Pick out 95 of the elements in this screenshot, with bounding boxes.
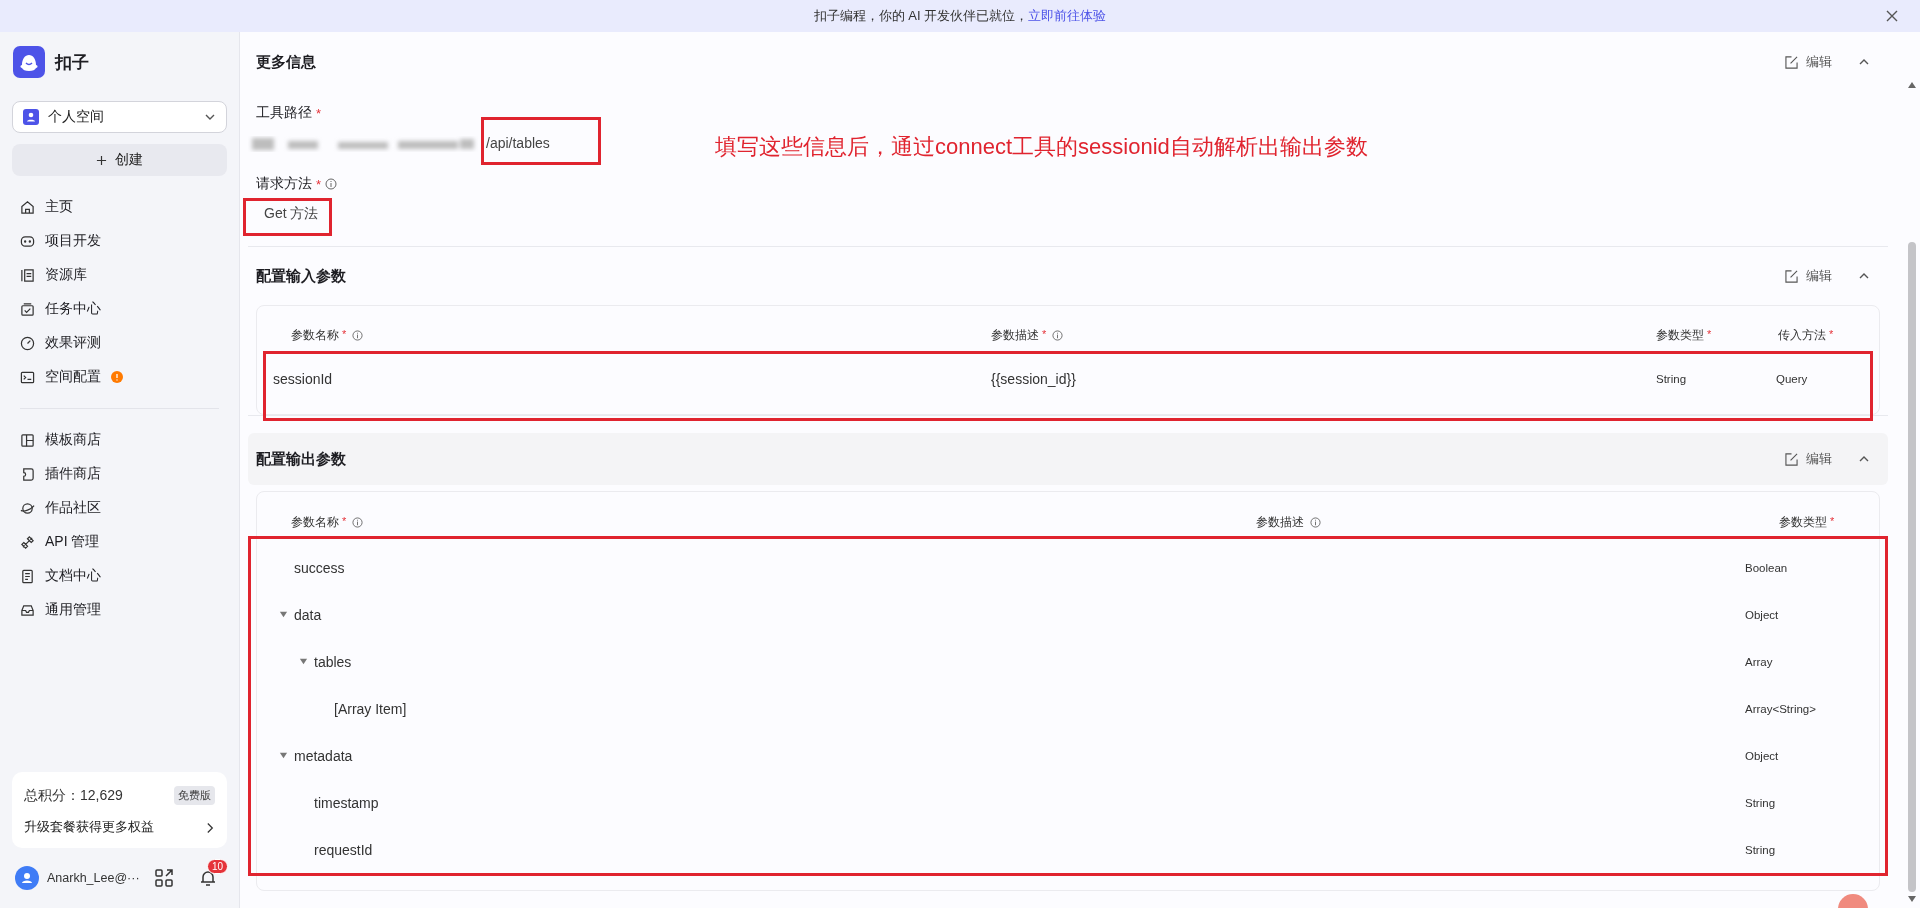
section-title: 配置输入参数 — [256, 266, 347, 286]
table-cell: timestamp — [314, 794, 379, 811]
terminal-icon — [20, 369, 35, 385]
table-cell-text: Array — [1745, 655, 1774, 668]
expand-toggle-icon[interactable] — [279, 610, 288, 619]
apps-icon[interactable] — [155, 869, 173, 887]
nav-item[interactable]: 通用管理 — [12, 593, 227, 627]
table-cell-text: String — [1745, 843, 1777, 856]
table-cell-text: Object — [1745, 749, 1780, 762]
gauge-icon — [20, 335, 35, 351]
create-button[interactable]: 创建 — [12, 144, 227, 176]
task-icon — [20, 301, 35, 317]
nav-item[interactable]: API 管理 — [12, 525, 227, 559]
field-value: /api/tables — [486, 135, 550, 151]
table-cell-text: Query — [1776, 373, 1809, 385]
nav-item[interactable]: 任务中心 — [12, 292, 227, 326]
required-mark: * — [1707, 327, 1712, 340]
field-value: Get 方法 — [264, 205, 319, 223]
workspace-dropdown[interactable]: 个人空间 — [12, 101, 227, 133]
plugin-icon — [20, 466, 35, 482]
plus-icon — [96, 154, 107, 166]
notification-count: 10 — [207, 859, 229, 874]
nav-item[interactable]: 插件商店 — [12, 457, 227, 491]
layout-icon — [20, 432, 35, 448]
nav-item[interactable]: 空间配置 — [12, 360, 227, 394]
table-cell-text: {{session_id}} — [991, 371, 1077, 387]
bot-icon — [20, 233, 35, 249]
column-header: 传入方法 — [1778, 327, 1826, 343]
table-cell: tables — [314, 653, 352, 670]
column-header: 参数类型 — [1779, 514, 1827, 530]
nav-item[interactable]: 文档中心 — [12, 559, 227, 593]
column-header: 参数类型 — [1656, 327, 1704, 343]
required-mark: * — [316, 176, 322, 192]
required-mark: * — [1830, 514, 1835, 527]
edit-icon — [1785, 452, 1798, 466]
table-cell: [Array Item] — [334, 700, 407, 717]
table-cell-text: sessionId — [273, 371, 334, 387]
column-header: 参数描述 — [1256, 514, 1304, 530]
home-icon — [20, 199, 35, 215]
table-cell-text: Array<String> — [1745, 702, 1817, 715]
nav-item[interactable]: 效果评测 — [12, 326, 227, 360]
edit-icon — [1785, 55, 1798, 69]
required-mark: * — [342, 327, 347, 340]
plan-badge: 免费版 — [174, 786, 215, 805]
book-icon — [20, 267, 35, 283]
required-mark: * — [342, 514, 347, 527]
table-cell: metadata — [294, 747, 353, 764]
planet-icon — [20, 500, 35, 516]
scroll-up-icon[interactable] — [1908, 82, 1916, 88]
expand-toggle-icon[interactable] — [299, 657, 308, 666]
table-cell-text: String — [1745, 796, 1777, 809]
nav-item[interactable]: 模板商店 — [12, 423, 227, 457]
edit-button[interactable]: 编辑 — [1785, 53, 1832, 71]
nav-item[interactable]: 资源库 — [12, 258, 227, 292]
table-cell-text: Object — [1745, 608, 1780, 621]
points-total: 总积分：12,629 — [24, 786, 123, 805]
link-icon — [20, 534, 35, 550]
table-cell: success — [294, 559, 345, 576]
column-header: 参数名称 — [291, 514, 339, 530]
required-mark: * — [1829, 327, 1834, 340]
field-label: 工具路径 — [256, 104, 312, 122]
column-header: 参数描述 — [991, 327, 1039, 343]
edit-button[interactable]: 编辑 — [1785, 267, 1832, 285]
banner-link[interactable]: 立即前往体验 — [1028, 8, 1107, 23]
scrollbar-thumb[interactable] — [1908, 242, 1916, 892]
nav-item[interactable]: 作品社区 — [12, 491, 227, 525]
required-mark: * — [316, 105, 322, 121]
banner-text: 扣子编程，你的 AI 开发伙伴已就位，立即前往体验 — [813, 7, 1107, 25]
nav-item[interactable]: 项目开发 — [12, 224, 227, 258]
user-icon — [23, 109, 39, 125]
user-name[interactable]: Anarkh_Lee@··· — [47, 871, 147, 885]
section-title: 更多信息 — [256, 52, 317, 72]
logo-icon — [13, 46, 45, 78]
chevron-right-icon — [206, 821, 215, 834]
scroll-down-icon[interactable] — [1908, 896, 1916, 902]
avatar-icon[interactable] — [15, 866, 39, 890]
table-cell: requestId — [314, 841, 373, 858]
bell-icon[interactable] — [199, 869, 217, 887]
inbox-icon — [20, 602, 35, 618]
field-label: 请求方法 — [256, 175, 312, 193]
table-cell-text: String — [1656, 373, 1688, 385]
expand-toggle-icon[interactable] — [279, 751, 288, 760]
close-icon[interactable] — [1886, 10, 1898, 22]
table-cell-text: Boolean — [1745, 561, 1789, 574]
section-title: 配置输出参数 — [256, 449, 347, 469]
upgrade-link[interactable]: 升级套餐获得更多权益 — [24, 819, 215, 836]
nav-item[interactable]: 主页 — [12, 190, 227, 224]
required-mark: * — [1042, 327, 1047, 340]
annotation-text: 填写这些信息后，通过connect工具的sessionid自动解析出输出参数 — [715, 133, 1368, 161]
table-cell: data — [294, 606, 322, 623]
edit-button[interactable]: 编辑 — [1785, 450, 1832, 468]
brand-name: 扣子 — [55, 51, 89, 74]
edit-icon — [1785, 269, 1798, 283]
column-header: 参数名称 — [291, 327, 339, 343]
document-icon — [20, 568, 35, 584]
